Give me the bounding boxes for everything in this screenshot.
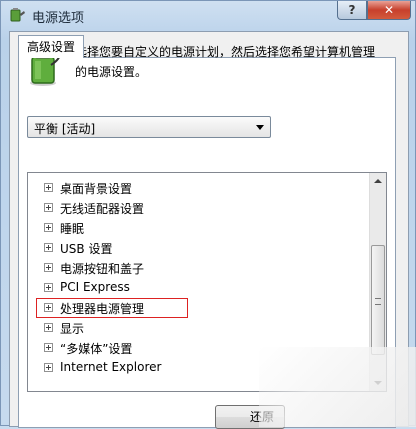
tree-item-label: 电源按钮和盖子: [60, 262, 145, 276]
expand-plus-icon[interactable]: [44, 343, 53, 352]
tree-item[interactable]: PCI Express: [28, 278, 368, 298]
tree-item-label: 桌面背景设置: [60, 182, 133, 196]
tree-item-label: “多媒体”设置: [60, 342, 133, 356]
expand-plus-icon[interactable]: [44, 263, 53, 272]
chevron-down-icon: [256, 125, 264, 130]
tree-item[interactable]: USB 设置: [28, 238, 368, 258]
close-button[interactable]: ✕: [367, 1, 411, 20]
expand-plus-icon[interactable]: [44, 303, 53, 312]
expand-plus-icon[interactable]: [44, 223, 53, 232]
tree-item-label: PCI Express: [60, 280, 130, 294]
tree-item-label: 处理器电源管理: [60, 302, 145, 316]
power-plan-select[interactable]: 平衡 [活动]: [27, 116, 271, 138]
tree-item-processor-power[interactable]: 处理器电源管理: [28, 298, 368, 318]
title-bar[interactable]: 电源选项 ? ✕: [1, 1, 416, 29]
watermark-overlay: [259, 347, 416, 427]
tree-item[interactable]: 睡眠: [28, 218, 368, 238]
battery-plug-icon: [10, 8, 25, 22]
power-plan-select-value: 平衡 [活动]: [34, 122, 96, 136]
expand-plus-icon[interactable]: [44, 243, 53, 252]
expand-plus-icon[interactable]: [44, 323, 53, 332]
tree-item[interactable]: 电源按钮和盖子: [28, 258, 368, 278]
expand-plus-icon[interactable]: [44, 283, 53, 292]
tree-item-label: 睡眠: [60, 222, 85, 236]
tree-item[interactable]: 桌面背景设置: [28, 178, 368, 198]
power-options-window: 电源选项 ? ✕ 高级设置 选择您要自定义的电源计划，然后选择您希望计算机管理的…: [0, 0, 416, 429]
grip-icon: [375, 298, 381, 305]
expand-plus-icon[interactable]: [44, 363, 53, 372]
help-button[interactable]: ?: [337, 1, 367, 20]
tree-item-label: USB 设置: [60, 242, 113, 256]
tree-item-label: 无线适配器设置: [60, 202, 145, 216]
scrollbar-thumb[interactable]: [371, 245, 385, 355]
plan-description: 选择您要自定义的电源计划，然后选择您希望计算机管理的电源设置。: [75, 45, 376, 79]
expand-plus-icon[interactable]: [44, 203, 53, 212]
tree-item[interactable]: 显示: [28, 318, 368, 338]
tree-item[interactable]: 无线适配器设置: [28, 198, 368, 218]
tab-advanced-settings[interactable]: 高级设置: [18, 35, 84, 58]
window-title: 电源选项: [32, 11, 85, 26]
scroll-up-arrow-icon[interactable]: [370, 173, 386, 190]
tree-item-label: 显示: [60, 322, 85, 336]
tree-item-label: Internet Explorer: [60, 360, 162, 374]
expand-plus-icon[interactable]: [44, 183, 53, 192]
